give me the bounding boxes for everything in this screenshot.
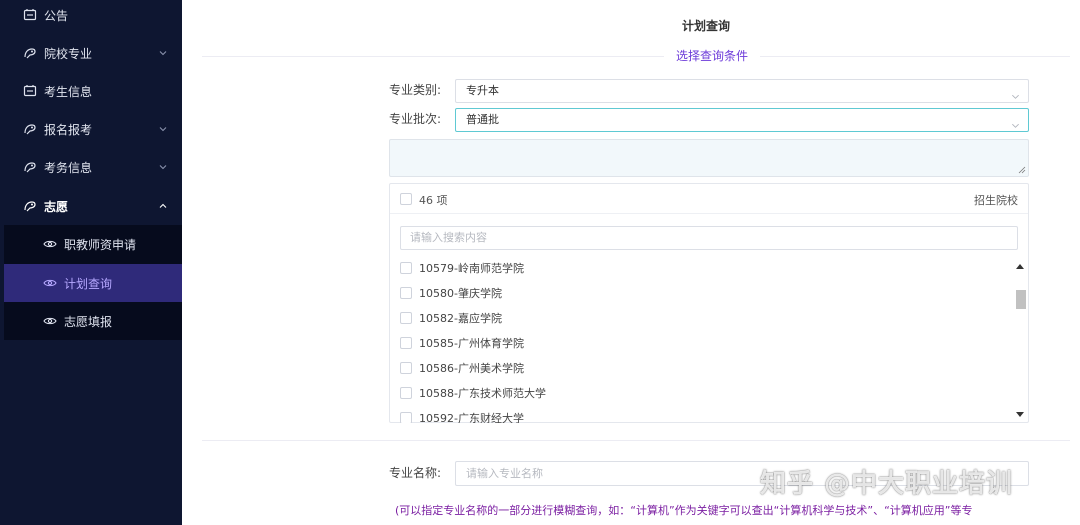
chevron-down-icon [1011,87,1020,99]
sidebar-subitem-teacher-apply[interactable]: 职教师资申请 [4,225,182,263]
hint-text: (可以指定专业名称的一部分进行模糊查询，如：“计算机”作为关键字可以查出“计算机… [395,504,973,517]
sidebar-item-label: 院校专业 [44,46,93,61]
item-count: 46 项 [419,194,448,207]
list-scrollbar[interactable] [1013,258,1027,423]
page-title: 计划查询 [682,19,731,33]
sidebar-item-label: 考务信息 [44,160,93,175]
batch-select-value: 普通批 [466,113,499,126]
sidebar-item-exam-info[interactable]: 考务信息 [0,148,182,186]
school-list: 10579-岭南师范学院 10580-肇庆学院 10582-嘉应学院 10585… [390,258,1012,423]
panel-search-input[interactable]: 请输入搜索内容 [400,226,1018,250]
scrollbar-thumb[interactable] [1016,290,1026,309]
sidebar-item-student-info[interactable]: 考生信息 [0,72,182,110]
register-icon [22,121,38,137]
sidebar-item-label: 报名报考 [44,122,93,137]
category-select-value: 专升本 [466,84,499,97]
watermark: 知乎 @中大职业培训 [760,469,1014,499]
list-item[interactable]: 10579-岭南师范学院 [400,258,524,278]
eye-icon [42,275,58,291]
sidebar-item-label: 公告 [44,8,69,23]
sidebar-subitem-label: 志愿填报 [64,314,113,329]
list-item[interactable]: 10588-广东技术师范大学 [400,383,546,403]
list-item[interactable]: 10586-广州美术学院 [400,358,524,378]
sidebar-subitem-wish-fill[interactable]: 志愿填报 [4,302,182,340]
chevron-down-icon [158,47,168,57]
wish-icon [22,198,38,214]
sidebar-item-school-major[interactable]: 院校专业 [0,34,182,72]
panel-header: 46 项 招生院校 [390,184,1028,214]
major-name-label: 专业名称: [389,466,442,480]
scroll-up-arrow-icon[interactable] [1016,264,1024,269]
sidebar-item-registration[interactable]: 报名报考 [0,110,182,148]
category-select[interactable]: 专升本 [455,79,1029,103]
list-item-label: 10588-广东技术师范大学 [419,387,546,400]
eye-icon [42,313,58,329]
select-all-checkbox[interactable] [400,193,412,205]
school-icon [22,45,38,61]
list-item-label: 10585-广州体育学院 [419,337,524,350]
list-item[interactable]: 10582-嘉应学院 [400,308,502,328]
chevron-down-icon [158,161,168,171]
checkbox[interactable] [400,312,412,324]
resize-grip-icon[interactable] [1018,166,1026,174]
list-item-label: 10592-广东财经大学 [419,412,524,423]
checkbox[interactable] [400,337,412,349]
scroll-down-arrow-icon[interactable] [1016,412,1024,417]
sidebar-item-wish[interactable]: 志愿 [0,187,182,225]
sidebar-item-label: 志愿 [44,199,69,214]
list-item[interactable]: 10580-肇庆学院 [400,283,502,303]
list-item-label: 10586-广州美术学院 [419,362,524,375]
list-item-label: 10579-岭南师范学院 [419,262,524,275]
sidebar-item-notice[interactable]: 公告 [0,0,182,34]
checkbox[interactable] [400,387,412,399]
checkbox[interactable] [400,262,412,274]
eye-icon [42,236,58,252]
chevron-up-icon [158,200,168,210]
panel-header-title: 招生院校 [974,194,1018,207]
list-item[interactable]: 10585-广州体育学院 [400,333,524,353]
checkbox[interactable] [400,362,412,374]
list-item-label: 10580-肇庆学院 [419,287,502,300]
checkbox[interactable] [400,287,412,299]
batch-select[interactable]: 普通批 [455,108,1029,132]
category-label: 专业类别: [389,83,442,97]
submenu-wish: 职教师资申请 计划查询 志愿填报 [4,225,182,340]
sidebar-subitem-label: 计划查询 [64,276,113,291]
selected-textarea[interactable] [389,139,1029,177]
checkbox[interactable] [400,412,412,423]
exam-icon [22,159,38,175]
profile-icon [22,83,38,99]
divider [202,440,1070,441]
main-content: 计划查询 选择查询条件 专业类别: 专升本 专业批次: 普通批 46 项 招生院… [182,0,1080,525]
section-title: 选择查询条件 [663,49,760,63]
sidebar-subitem-label: 职教师资申请 [64,237,137,252]
sidebar-subitem-plan-query[interactable]: 计划查询 [4,264,182,302]
chevron-down-icon [1011,116,1020,128]
list-item-label: 10582-嘉应学院 [419,312,502,325]
sidebar-item-label: 考生信息 [44,84,93,99]
section-title-wrap: 选择查询条件 [612,47,812,65]
list-item[interactable]: 10592-广东财经大学 [400,408,524,423]
batch-label: 专业批次: [389,112,442,126]
chevron-down-icon [158,123,168,133]
school-transfer-panel: 46 项 招生院校 请输入搜索内容 10579-岭南师范学院 10580-肇庆学… [389,183,1029,423]
sidebar: 公告 院校专业 考生信息 报名报考 考务信息 志愿 职教师资申请 计划查询 志愿… [0,0,182,525]
notice-icon [22,7,38,23]
